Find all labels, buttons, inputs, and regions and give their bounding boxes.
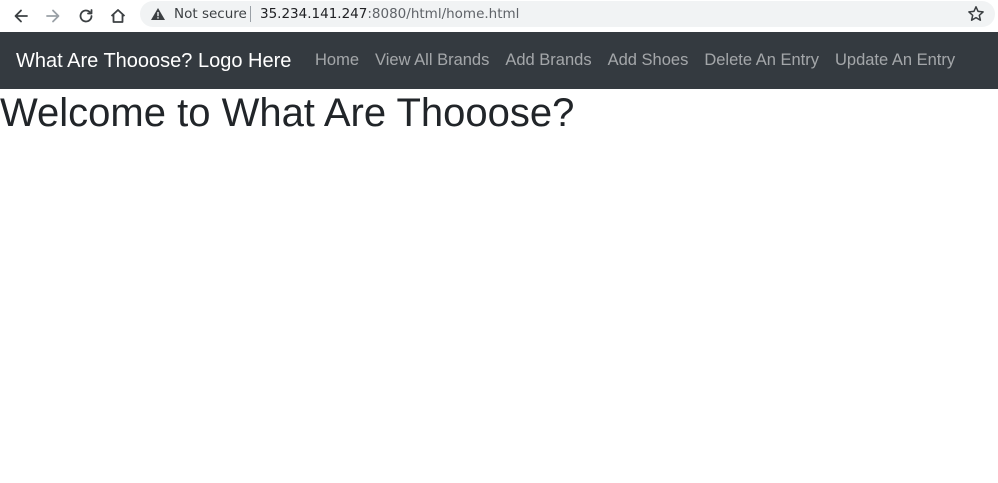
reload-icon <box>79 9 93 23</box>
nav-link-home[interactable]: Home <box>307 50 367 70</box>
back-button[interactable] <box>9 4 33 28</box>
forward-button[interactable] <box>41 4 65 28</box>
address-bar[interactable]: Not secure 35.234.141.247:8080/html/home… <box>140 1 995 27</box>
home-icon <box>110 9 126 23</box>
nav-link-add-shoes[interactable]: Add Shoes <box>600 50 697 70</box>
star-icon[interactable] <box>967 5 985 23</box>
site-navbar: What Are Thooose? Logo Here Home View Al… <box>0 32 998 89</box>
nav-link-update-entry[interactable]: Update An Entry <box>827 50 963 70</box>
nav-link-add-brands[interactable]: Add Brands <box>497 50 599 70</box>
back-icon <box>14 9 28 23</box>
home-button[interactable] <box>106 4 130 28</box>
browser-toolbar: Not secure 35.234.141.247:8080/html/home… <box>0 0 998 32</box>
nav-link-delete-entry[interactable]: Delete An Entry <box>696 50 827 70</box>
forward-icon <box>46 9 60 23</box>
url-path: :8080/html/home.html <box>367 6 520 22</box>
security-status[interactable]: Not secure <box>174 6 247 22</box>
nav-links: Home View All Brands Add Brands Add Shoe… <box>307 50 963 70</box>
page-title: Welcome to What Are Thooose? <box>0 91 575 135</box>
warning-icon[interactable] <box>150 6 166 22</box>
url-host: 35.234.141.247 <box>260 6 368 22</box>
reload-button[interactable] <box>74 4 98 28</box>
url-text[interactable]: 35.234.141.247:8080/html/home.html <box>260 6 519 22</box>
url-divider <box>250 6 251 22</box>
brand-logo-link[interactable]: What Are Thooose? Logo Here <box>16 49 291 73</box>
nav-link-view-all-brands[interactable]: View All Brands <box>367 50 497 70</box>
